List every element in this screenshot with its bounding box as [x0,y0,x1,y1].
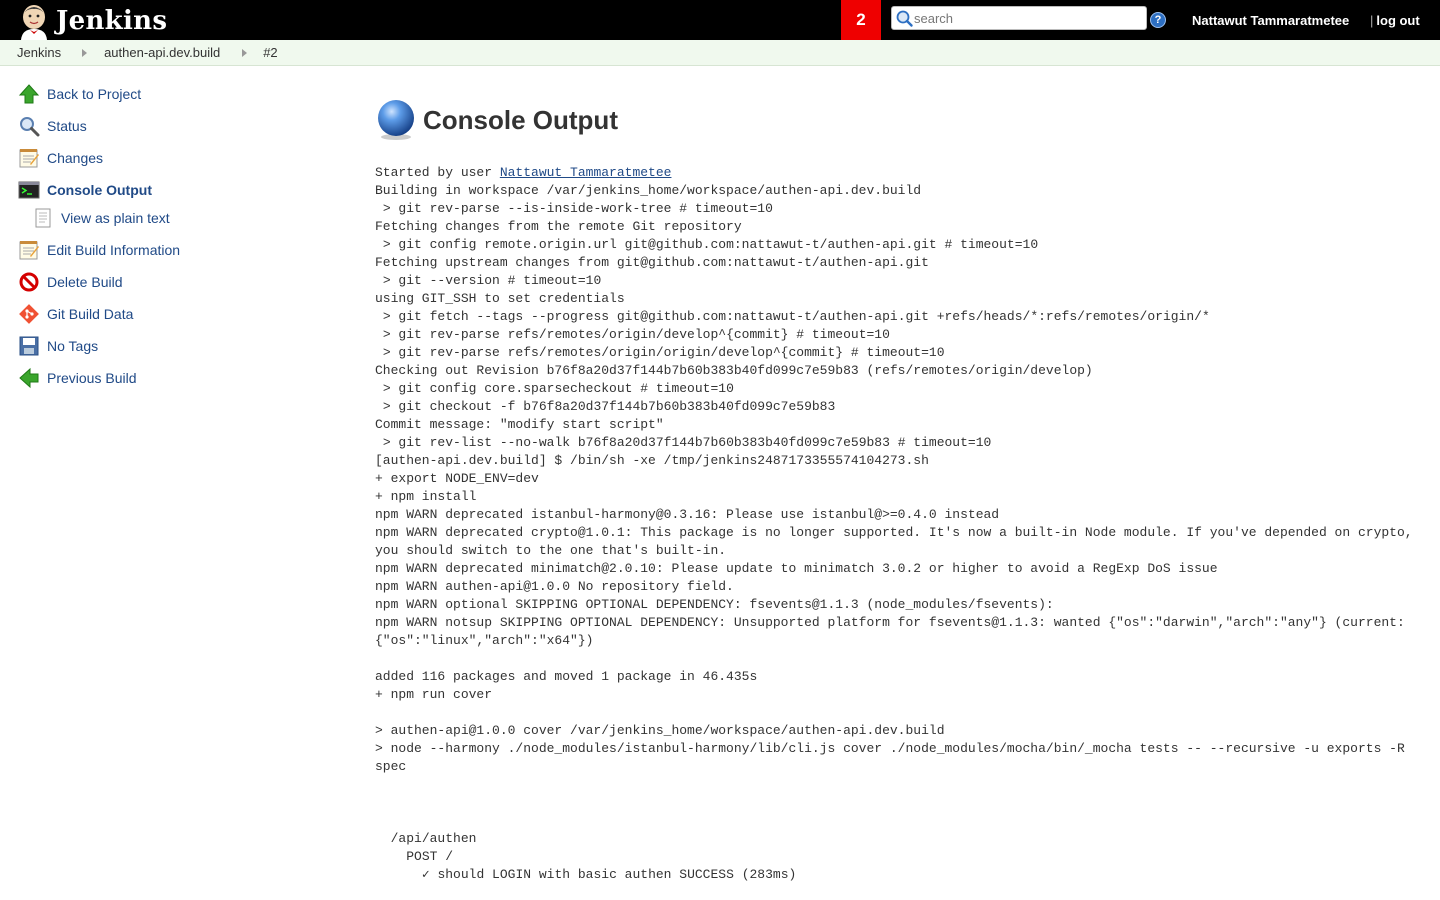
logout-link[interactable]: | log out [1370,13,1420,28]
page-title: Console Output [423,105,618,135]
breadcrumb: Jenkins authen-api.dev.build #2 [0,40,1440,66]
document-icon [31,206,55,230]
jenkins-butler-icon [16,2,52,40]
task-label: View as plain text [61,210,170,226]
breadcrumb-arrow-icon[interactable] [242,48,248,57]
started-by-user-link[interactable]: Nattawut Tammaratmetee [500,165,672,180]
save-icon [17,334,41,358]
help-icon[interactable]: ? [1150,12,1166,28]
terminal-icon [17,178,41,202]
task-label: No Tags [47,338,99,354]
up-arrow-icon [17,82,41,106]
search-icon [894,8,914,28]
app-title: Jenkins [56,6,168,36]
notification-badge[interactable]: 2 [841,0,881,40]
left-arrow-icon [17,366,41,390]
task-git-build-data[interactable]: Git Build Data [17,302,133,326]
breadcrumb-project[interactable]: authen-api.dev.build [104,45,220,60]
search-box[interactable] [891,6,1147,30]
no-entry-icon [17,270,41,294]
task-console-output[interactable]: Console Output [17,178,152,202]
task-no-tags[interactable]: No Tags [17,334,98,358]
page-header: Console Output [375,96,1425,145]
task-changes[interactable]: Changes [17,146,103,170]
task-view-plain-text[interactable]: View as plain text [31,206,170,230]
logout-separator: | [1370,13,1374,28]
jenkins-logo[interactable]: Jenkins [16,2,167,40]
task-label: Back to Project [47,86,142,102]
main-panel: Console Output [375,96,1425,145]
task-back-to-project[interactable]: Back to Project [17,82,141,106]
task-label: Git Build Data [47,306,134,322]
console-text: Building in workspace /var/jenkins_home/… [375,183,1413,882]
magnifier-icon [17,114,41,138]
task-status[interactable]: Status [17,114,87,138]
top-header: Jenkins 2 ? Nattawut Tammaratmetee |log … [0,0,1440,40]
logout-label: log out [1376,13,1420,28]
task-edit-build-information[interactable]: Edit Build Information [17,238,180,262]
user-link[interactable]: Nattawut Tammaratmetee [1192,13,1349,28]
task-label: Previous Build [47,370,137,386]
notepad-icon [17,146,41,170]
task-label: Changes [47,150,104,166]
task-label: Console Output [47,182,152,198]
git-icon [17,302,41,326]
console-output: Started by user Nattawut Tammaratmetee B… [375,164,1425,884]
started-by-prefix: Started by user [375,165,500,180]
blue-ball-icon [375,96,417,145]
breadcrumb-jenkins[interactable]: Jenkins [17,45,61,60]
task-label: Delete Build [47,274,123,290]
search-input[interactable] [914,10,1134,26]
task-label: Status [47,118,87,134]
notepad-icon [17,238,41,262]
task-delete-build[interactable]: Delete Build [17,270,123,294]
breadcrumb-build[interactable]: #2 [263,45,277,60]
task-previous-build[interactable]: Previous Build [17,366,137,390]
task-label: Edit Build Information [47,242,181,258]
breadcrumb-arrow-icon[interactable] [82,48,88,57]
